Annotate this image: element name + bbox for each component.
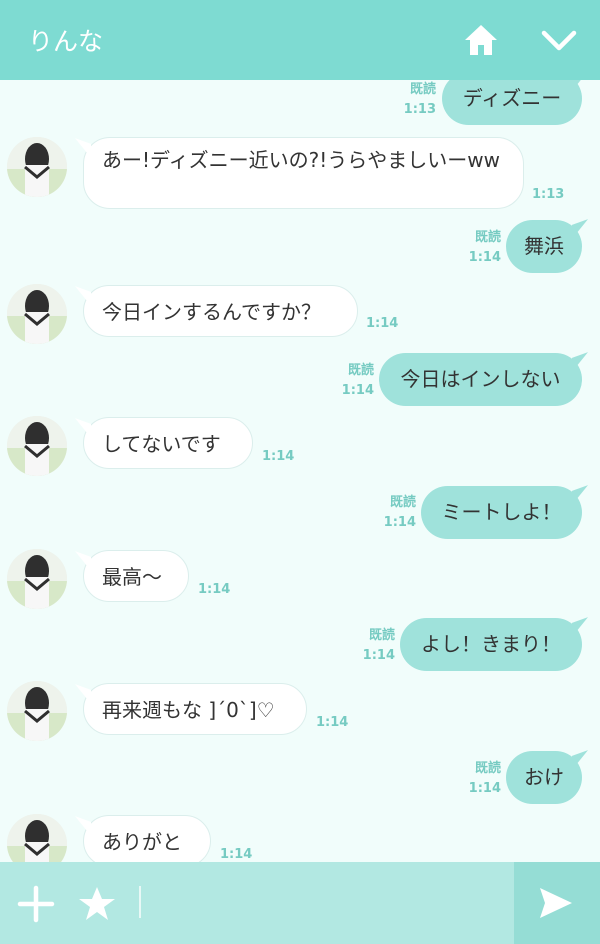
read-receipt: 既読 1:14 bbox=[383, 495, 416, 530]
incoming-message[interactable]: ありがと bbox=[83, 815, 211, 862]
chevron-down-icon[interactable] bbox=[540, 24, 578, 58]
message-time: 1:14 bbox=[262, 449, 295, 464]
incoming-message[interactable]: あー!ディズニー近いの?!うらやましいーww bbox=[83, 137, 524, 209]
message-time: 1:14 bbox=[220, 847, 253, 862]
message-time: 1:14 bbox=[316, 715, 349, 730]
message-time: 1:14 bbox=[366, 316, 399, 331]
star-icon[interactable] bbox=[77, 884, 117, 924]
send-button[interactable] bbox=[514, 862, 600, 944]
home-icon[interactable] bbox=[463, 22, 499, 58]
incoming-message[interactable]: 再来週もな ]´0`]♡ bbox=[83, 683, 307, 735]
avatar[interactable] bbox=[7, 137, 67, 197]
message-time: 1:14 bbox=[198, 582, 231, 597]
outgoing-message[interactable]: 今日はインしない bbox=[379, 353, 582, 406]
outgoing-message[interactable]: よし！きまり！ bbox=[400, 618, 582, 671]
outgoing-message[interactable]: ディズニー bbox=[442, 80, 582, 125]
read-receipt: 既読 1:14 bbox=[341, 363, 374, 398]
divider bbox=[139, 886, 141, 918]
incoming-message[interactable]: してないです bbox=[83, 417, 253, 469]
avatar[interactable] bbox=[7, 681, 67, 741]
avatar[interactable] bbox=[7, 549, 67, 609]
read-receipt: 既読 1:13 bbox=[403, 82, 436, 117]
input-bar bbox=[0, 862, 600, 944]
chat-title: りんな bbox=[28, 27, 104, 56]
read-receipt: 既読 1:14 bbox=[362, 628, 395, 663]
send-icon bbox=[540, 888, 572, 918]
chat-header: りんな bbox=[0, 0, 600, 80]
message-time: 1:13 bbox=[532, 187, 565, 202]
incoming-message[interactable]: 今日インするんですか？ bbox=[83, 285, 358, 337]
read-receipt: 既読 1:14 bbox=[468, 230, 501, 265]
avatar[interactable] bbox=[7, 284, 67, 344]
incoming-message[interactable]: 最高〜 bbox=[83, 550, 189, 602]
chat-area[interactable]: 既読 1:13 ディズニー あー!ディズニー近いの?!うらやましいーww 1:13… bbox=[0, 80, 600, 862]
outgoing-message[interactable]: 舞浜 bbox=[506, 220, 582, 273]
outgoing-message[interactable]: ミートしよ！ bbox=[421, 486, 582, 539]
plus-icon[interactable] bbox=[16, 884, 56, 924]
outgoing-message[interactable]: おけ bbox=[506, 751, 582, 804]
message-input[interactable] bbox=[148, 872, 510, 934]
avatar[interactable] bbox=[7, 416, 67, 476]
avatar[interactable] bbox=[7, 814, 67, 862]
read-receipt: 既読 1:14 bbox=[468, 761, 501, 796]
